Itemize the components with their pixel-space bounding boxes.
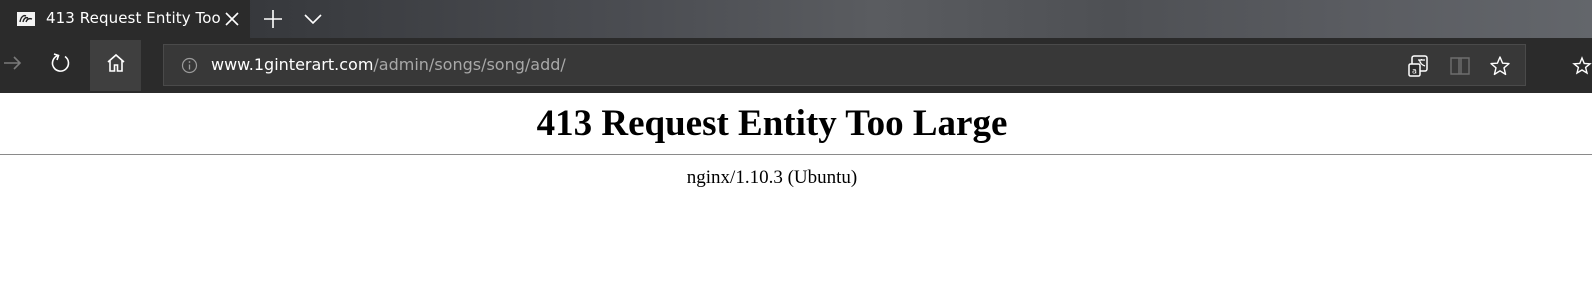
home-icon [105, 52, 127, 79]
close-icon[interactable] [222, 9, 242, 29]
chevron-down-icon[interactable] [302, 9, 324, 29]
refresh-button[interactable] [36, 38, 86, 93]
url-text: www.1ginterart.com/admin/songs/song/add/ [211, 55, 566, 74]
svg-text:a: a [1412, 67, 1417, 76]
page-content: 413 Request Entity Too Large nginx/1.10.… [0, 93, 1592, 299]
tab-strip: 413 Request Entity Too [0, 0, 1592, 38]
info-icon[interactable] [181, 57, 198, 74]
horizontal-rule [0, 154, 1592, 155]
page-title: 413 Request Entity Too Large [536, 103, 1008, 144]
arrow-right-icon [4, 53, 24, 78]
server-signature: nginx/1.10.3 (Ubuntu) [686, 167, 858, 188]
favorites-hub-icon[interactable] [1572, 56, 1592, 76]
forward-button[interactable] [0, 38, 28, 93]
plus-icon[interactable] [262, 8, 284, 30]
site-favicon-icon [17, 12, 35, 26]
browser-chrome: 413 Request Entity Too www.1ginterart.co… [0, 0, 1592, 93]
translate-icon[interactable]: a [1408, 54, 1432, 78]
tab-title: 413 Request Entity Too [46, 9, 221, 27]
refresh-icon [50, 52, 72, 79]
home-button[interactable] [90, 40, 141, 91]
star-icon[interactable] [1488, 54, 1512, 78]
book-icon[interactable] [1448, 54, 1472, 78]
url-host: www.1ginterart.com [211, 55, 374, 74]
navigation-bar: www.1ginterart.com/admin/songs/song/add/… [0, 38, 1592, 93]
tab-active[interactable]: 413 Request Entity Too [0, 0, 250, 38]
url-path: /admin/songs/song/add/ [373, 55, 566, 74]
address-bar[interactable]: www.1ginterart.com/admin/songs/song/add/… [163, 44, 1526, 86]
